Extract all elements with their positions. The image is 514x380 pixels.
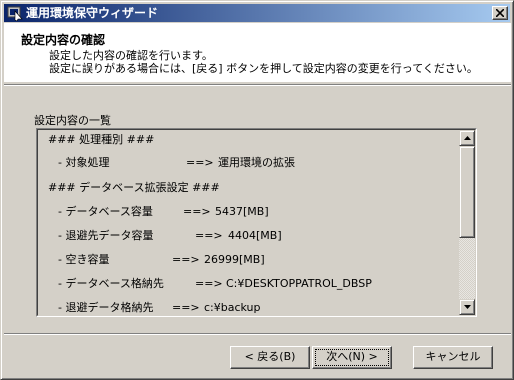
wizard-window: 運用環境保守ウィザード 設定内容の確認 設定した内容の確認を行います。 設定に誤… xyxy=(0,0,514,380)
scroll-up-button[interactable] xyxy=(459,130,475,146)
list-item-label: - 対象処理 xyxy=(58,156,110,169)
footer-divider xyxy=(4,333,511,335)
list-item-value: C:¥DESKTOPPATROL_DBSP xyxy=(226,277,372,290)
title-bar[interactable]: 運用環境保守ウィザード xyxy=(4,4,510,22)
arrow-down-icon xyxy=(464,305,471,309)
list-item-label: - データベース容量 xyxy=(58,205,153,218)
header-panel: 設定内容の確認 設定した内容の確認を行います。 設定に誤りがある場合には、[戻る… xyxy=(4,23,511,82)
vertical-scrollbar[interactable] xyxy=(459,130,475,315)
settings-list[interactable]: ### 処理種別 ### - 対象処理 ==> 運用環境の拡張 ### データベ… xyxy=(36,128,477,317)
list-item-value: 運用環境の拡張 xyxy=(218,156,295,169)
list-item-value: 5437[MB] xyxy=(215,205,269,218)
list-item-arrow: ==> xyxy=(172,253,200,266)
page-title: 設定内容の確認 xyxy=(21,33,106,47)
list-item-value: c:¥backup xyxy=(204,301,261,314)
wizard-app-icon xyxy=(7,5,23,22)
list-item-arrow: ==> xyxy=(172,301,200,314)
arrow-up-icon xyxy=(464,136,471,140)
cancel-button[interactable]: キャンセル xyxy=(413,346,493,369)
list-item-arrow: ==> xyxy=(195,229,223,242)
list-item-label: - 退避先データ容量 xyxy=(58,229,154,242)
list-item-label: ### データベース拡張設定 ### xyxy=(48,181,220,194)
list-item-label: - データベース格納先 xyxy=(58,277,164,290)
list-item-arrow: ==> xyxy=(195,277,223,290)
settings-list-content: ### 処理種別 ### - 対象処理 ==> 運用環境の拡張 ### データベ… xyxy=(37,129,476,316)
settings-list-label: 設定内容の一覧 xyxy=(34,114,111,127)
list-item-label: - 空き容量 xyxy=(58,253,110,266)
close-icon[interactable] xyxy=(492,6,508,20)
list-item-arrow: ==> xyxy=(186,156,214,169)
scroll-down-button[interactable] xyxy=(459,299,475,315)
list-item-label: - 退避データ格納先 xyxy=(58,301,154,314)
list-item-label: ### 処理種別 ### xyxy=(48,133,155,146)
next-button[interactable]: 次へ(N) > xyxy=(312,346,392,369)
list-item-value: 4404[MB] xyxy=(228,229,282,242)
header-description-line-2: 設定に誤りがある場合には、[戻る] ボタンを押して設定内容の変更を行ってください… xyxy=(49,62,478,75)
window-title: 運用環境保守ウィザード xyxy=(26,6,159,20)
header-divider xyxy=(4,84,511,86)
scrollbar-thumb[interactable] xyxy=(459,146,475,238)
list-item-arrow: ==> xyxy=(183,205,211,218)
back-button[interactable]: < 戻る(B) xyxy=(230,346,310,369)
focus-indicator xyxy=(315,349,389,366)
list-item-value: 26999[MB] xyxy=(204,253,265,266)
